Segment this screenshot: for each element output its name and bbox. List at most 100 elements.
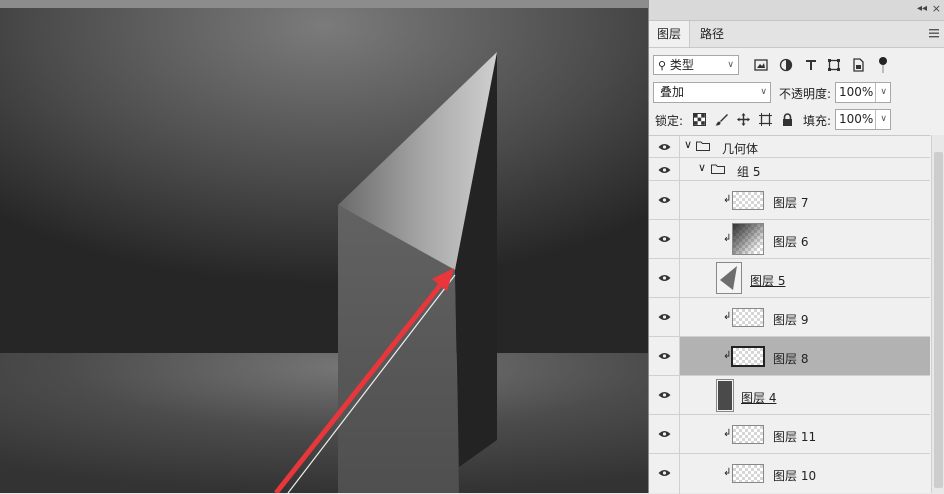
type-filter-icon[interactable] <box>804 58 818 72</box>
layer-name: 图层 4 <box>741 391 777 405</box>
layer-thumbnail <box>732 191 764 210</box>
layer-name: 图层 5 <box>750 274 786 288</box>
opacity-field[interactable]: 100% ∨ <box>835 82 891 103</box>
lock-label: 锁定: <box>655 114 684 128</box>
document-canvas[interactable] <box>0 0 648 493</box>
layer-name: 图层 7 <box>773 196 809 210</box>
adjustment-filter-icon[interactable] <box>779 58 793 72</box>
lock-all-icon[interactable] <box>781 113 794 126</box>
canvas-top-edge <box>0 0 648 8</box>
layer-thumbnail <box>732 464 764 483</box>
clipping-mask-icon: ↲ <box>723 467 732 478</box>
visibility-cell <box>649 158 680 180</box>
eye-icon[interactable] <box>658 235 671 243</box>
blend-mode-select[interactable]: 叠加 ∨ <box>653 82 771 103</box>
filter-toggle-icon[interactable] <box>878 56 888 74</box>
canvas-artwork <box>0 0 648 493</box>
lock-row: 锁定: 填充: 100% ∨ <box>649 108 944 132</box>
eye-icon[interactable] <box>658 430 671 438</box>
layer-thumbnail <box>716 379 734 412</box>
panel-title-strip: ◂◂ × <box>649 0 944 21</box>
blend-mode-value: 叠加 <box>660 85 685 99</box>
tab-layers[interactable]: 图层 <box>649 21 691 47</box>
image-filter-icon[interactable] <box>754 58 768 72</box>
eye-icon[interactable] <box>658 143 671 151</box>
chevron-down-icon[interactable]: ∨ <box>684 138 692 151</box>
layer-row[interactable]: ↲ 图层 11 <box>649 415 930 454</box>
eye-icon[interactable] <box>658 166 671 174</box>
layer-group-row[interactable]: ∨ 几何体 <box>649 136 930 158</box>
layer-name: 几何体 <box>722 142 759 156</box>
clipping-mask-icon: ↲ <box>723 233 732 244</box>
fill-value: 100% <box>839 112 874 126</box>
lock-transparent-icon[interactable] <box>693 113 706 126</box>
filter-row: ⚲ 类型 ∨ <box>649 54 944 78</box>
chevron-down-icon: ∨ <box>880 114 887 124</box>
chevron-down-icon[interactable]: ∨ <box>698 161 706 174</box>
layer-row[interactable]: 图层 4 <box>649 376 930 415</box>
fill-label: 填充: <box>803 114 832 128</box>
folder-icon <box>711 164 725 174</box>
close-icon[interactable]: × <box>932 2 941 15</box>
layer-group-row[interactable]: ∨ 组 5 <box>649 158 930 181</box>
layer-name: 图层 11 <box>773 430 817 444</box>
layer-name: 图层 8 <box>773 352 809 366</box>
shape-filter-icon[interactable] <box>827 58 841 72</box>
panel-tabs: 图层 路径 <box>649 21 944 48</box>
collapse-icon[interactable]: ◂◂ <box>917 3 927 14</box>
eye-icon[interactable] <box>658 352 671 360</box>
chevron-down-icon: ∨ <box>760 87 767 97</box>
visibility-cell <box>649 259 680 297</box>
layer-row[interactable]: ↲ 图层 6 <box>649 220 930 259</box>
visibility-cell <box>649 415 680 453</box>
clipping-mask-icon: ↲ <box>723 311 732 322</box>
backdrop-wall <box>0 8 648 353</box>
eye-icon[interactable] <box>658 196 671 204</box>
layer-thumbnail <box>716 262 742 294</box>
field-divider <box>875 110 876 129</box>
layers-scrollbar[interactable] <box>931 135 944 493</box>
blend-row: 叠加 ∨ 不透明度: 100% ∨ <box>649 81 944 105</box>
layer-filter-select[interactable]: ⚲ 类型 ∨ <box>653 55 739 75</box>
visibility-cell <box>649 181 680 219</box>
layer-row[interactable]: ↲ 图层 10 <box>649 454 930 494</box>
layer-row-selected[interactable]: ↲ 图层 8 <box>649 337 930 376</box>
layer-thumbnail <box>732 425 764 444</box>
chevron-down-icon: ∨ <box>727 60 734 70</box>
search-icon: ⚲ <box>658 59 667 72</box>
tab-paths[interactable]: 路径 <box>692 21 732 47</box>
layer-row[interactable]: 图层 5 <box>649 259 930 298</box>
eye-icon[interactable] <box>658 469 671 477</box>
fill-field[interactable]: 100% ∨ <box>835 109 891 130</box>
layer-filter-label: 类型 <box>669 58 694 72</box>
field-divider <box>875 83 876 102</box>
visibility-cell <box>649 376 680 414</box>
visibility-cell <box>649 220 680 258</box>
opacity-label: 不透明度: <box>779 87 832 101</box>
layer-row[interactable]: ↲ 图层 7 <box>649 181 930 220</box>
layer-thumbnail <box>732 223 764 255</box>
floor-plane <box>0 353 648 493</box>
lock-position-icon[interactable] <box>737 113 750 126</box>
lock-paint-icon[interactable] <box>715 113 728 126</box>
smart-object-filter-icon[interactable] <box>851 58 865 72</box>
layer-name: 图层 6 <box>773 235 809 249</box>
layer-row[interactable]: ↲ 图层 9 <box>649 298 930 337</box>
layers-list: ∨ 几何体 ∨ 组 5 ↲ 图层 7 ↲ 图层 6 图层 5 ↲ 图层 9 ↲ … <box>649 135 930 494</box>
eye-icon[interactable] <box>658 391 671 399</box>
eye-icon[interactable] <box>658 274 671 282</box>
layer-thumbnail <box>731 346 765 367</box>
visibility-cell <box>649 136 680 157</box>
chevron-down-icon: ∨ <box>880 87 887 97</box>
lock-artboard-icon[interactable] <box>759 113 772 126</box>
folder-icon <box>696 141 710 151</box>
panel-menu-icon[interactable] <box>929 27 939 39</box>
layer-name: 图层 10 <box>773 469 817 483</box>
clipping-mask-icon: ↲ <box>723 194 732 205</box>
layer-name: 组 5 <box>737 165 761 179</box>
visibility-cell <box>649 454 680 494</box>
layer-name: 图层 9 <box>773 313 809 327</box>
visibility-cell <box>649 337 680 375</box>
scrollbar-thumb[interactable] <box>934 152 943 488</box>
eye-icon[interactable] <box>658 313 671 321</box>
